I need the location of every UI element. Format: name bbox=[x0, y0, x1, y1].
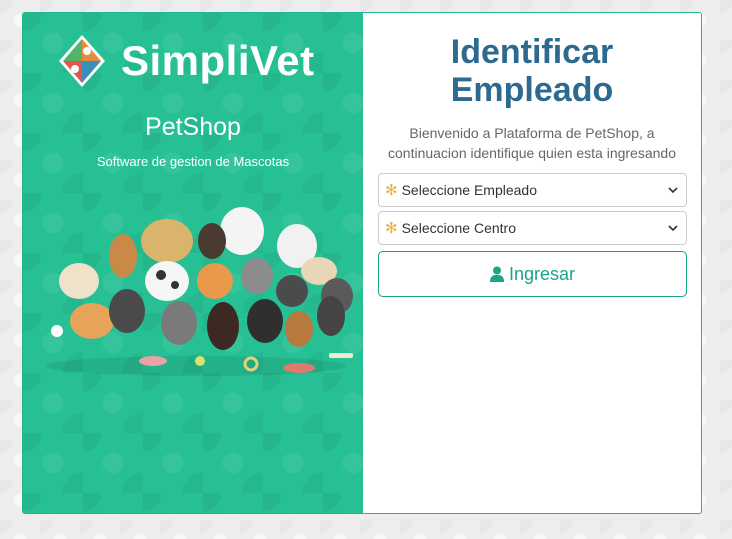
welcome-text: Bienvenido a Plataforma de PetShop, a co… bbox=[388, 125, 676, 161]
user-icon bbox=[489, 266, 504, 282]
login-button[interactable]: Ingresar bbox=[378, 251, 687, 297]
chevron-down-icon bbox=[668, 225, 678, 232]
employee-select-value: Seleccione Empleado bbox=[401, 182, 537, 198]
center-select-value: Seleccione Centro bbox=[401, 220, 516, 236]
center-select[interactable]: ✻ Seleccione Centro bbox=[378, 211, 687, 245]
paw-icon: ✻ bbox=[385, 182, 398, 199]
brand: SimpliVet bbox=[57, 33, 315, 89]
product-name: PetShop bbox=[145, 113, 241, 141]
tagline: Software de gestion de Mascotas bbox=[96, 154, 290, 169]
form-panel: Identificar Empleado Bienvenido a Plataf… bbox=[363, 13, 701, 513]
chevron-down-icon bbox=[668, 187, 678, 194]
brand-name: SimpliVet bbox=[121, 37, 315, 84]
dogs-illustration bbox=[46, 207, 353, 376]
logo-icon bbox=[59, 35, 105, 87]
paw-icon: ✻ bbox=[385, 220, 398, 237]
brand-panel: SimpliVet PetShop Software de gestion de… bbox=[23, 13, 363, 513]
login-card: SimpliVet PetShop Software de gestion de… bbox=[22, 12, 702, 514]
employee-select[interactable]: ✻ Seleccione Empleado bbox=[378, 173, 687, 207]
login-button-label: Ingresar bbox=[508, 263, 576, 284]
page-title: Identificar Empleado bbox=[450, 33, 614, 109]
